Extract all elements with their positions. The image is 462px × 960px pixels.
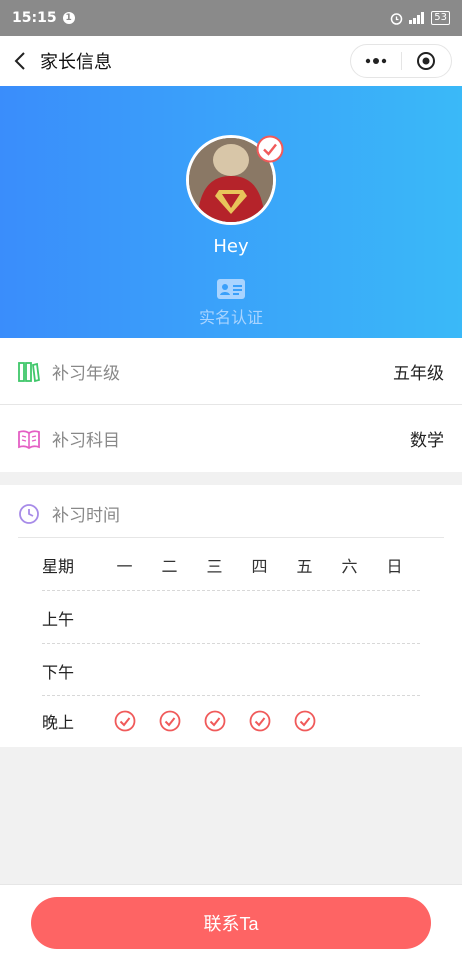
signal-icon [409,12,425,24]
grade-row: 补习年级 五年级 [0,338,462,405]
check-circle-icon [249,710,270,731]
slot-thu [237,710,282,732]
check-circle-icon [114,710,135,731]
weekday-wed: 三 [206,556,223,576]
notification-badge: 1 [62,12,75,24]
open-book-icon [18,429,40,449]
slot-mon [102,710,147,732]
more-dots-icon [365,58,386,64]
back-button[interactable] [0,36,40,86]
verified-check-icon [256,135,284,163]
nav-bar: 家长信息 [0,36,462,86]
mini-program-capsule [350,44,452,78]
books-icon [18,361,40,382]
nickname: Hey [213,236,249,257]
morning-row: 上午 [42,591,420,644]
weekday-mon: 一 [116,556,133,576]
subject-label: 补习科目 [52,431,120,451]
evening-row: 晚上 [42,694,420,747]
weekday-tue: 二 [161,556,178,576]
evening-label: 晚上 [42,712,75,732]
bottom-bar: 联系Ta [0,884,462,960]
check-circle-icon [294,710,315,731]
afternoon-label: 下午 [42,662,75,682]
status-icons: 53 [390,11,450,25]
weekday-header-label: 星期 [42,556,75,576]
weekday-sat: 六 [341,556,358,576]
subject-row: 补习科目 数学 [0,405,462,472]
grade-label: 补习年级 [52,364,120,384]
subject-value: 数学 [410,431,444,451]
slot-fri [282,710,327,732]
morning-label: 上午 [42,609,75,629]
close-mini-program-button[interactable] [401,45,451,77]
chevron-left-icon [14,52,25,70]
weekday-fri: 五 [296,556,313,576]
weekday-thu: 四 [251,556,268,576]
real-name-verification-link[interactable]: 实名认证 [0,304,462,328]
alarm-icon [391,12,403,25]
battery-indicator: 53 [431,11,450,25]
slot-wed [192,710,237,732]
target-circle-icon [417,52,436,70]
schedule-label: 补习时间 [52,506,120,526]
id-card-icon [217,279,245,299]
profile-hero: Hey 实名认证 [0,86,462,338]
clock-icon [19,503,39,524]
page-title: 家长信息 [40,52,112,73]
check-circle-icon [204,710,225,731]
slot-tue [147,710,192,732]
weekday-sun: 日 [386,556,403,576]
grade-value: 五年级 [393,364,444,384]
status-bar: 15:15 1 53 [0,0,462,36]
contact-button[interactable]: 联系Ta [31,897,431,949]
weekday-header-row: 星期 一 二 三 四 五 六 日 [42,538,420,591]
afternoon-row: 下午 [42,644,420,697]
check-circle-icon [159,710,180,731]
more-button[interactable] [351,45,401,77]
avatar-container [186,135,284,225]
status-time: 15:15 [12,10,57,26]
schedule-header: 补习时间 [18,501,120,526]
schedule-card: 补习时间 星期 一 二 三 四 五 六 日 上午 下午 晚上 [0,485,462,747]
